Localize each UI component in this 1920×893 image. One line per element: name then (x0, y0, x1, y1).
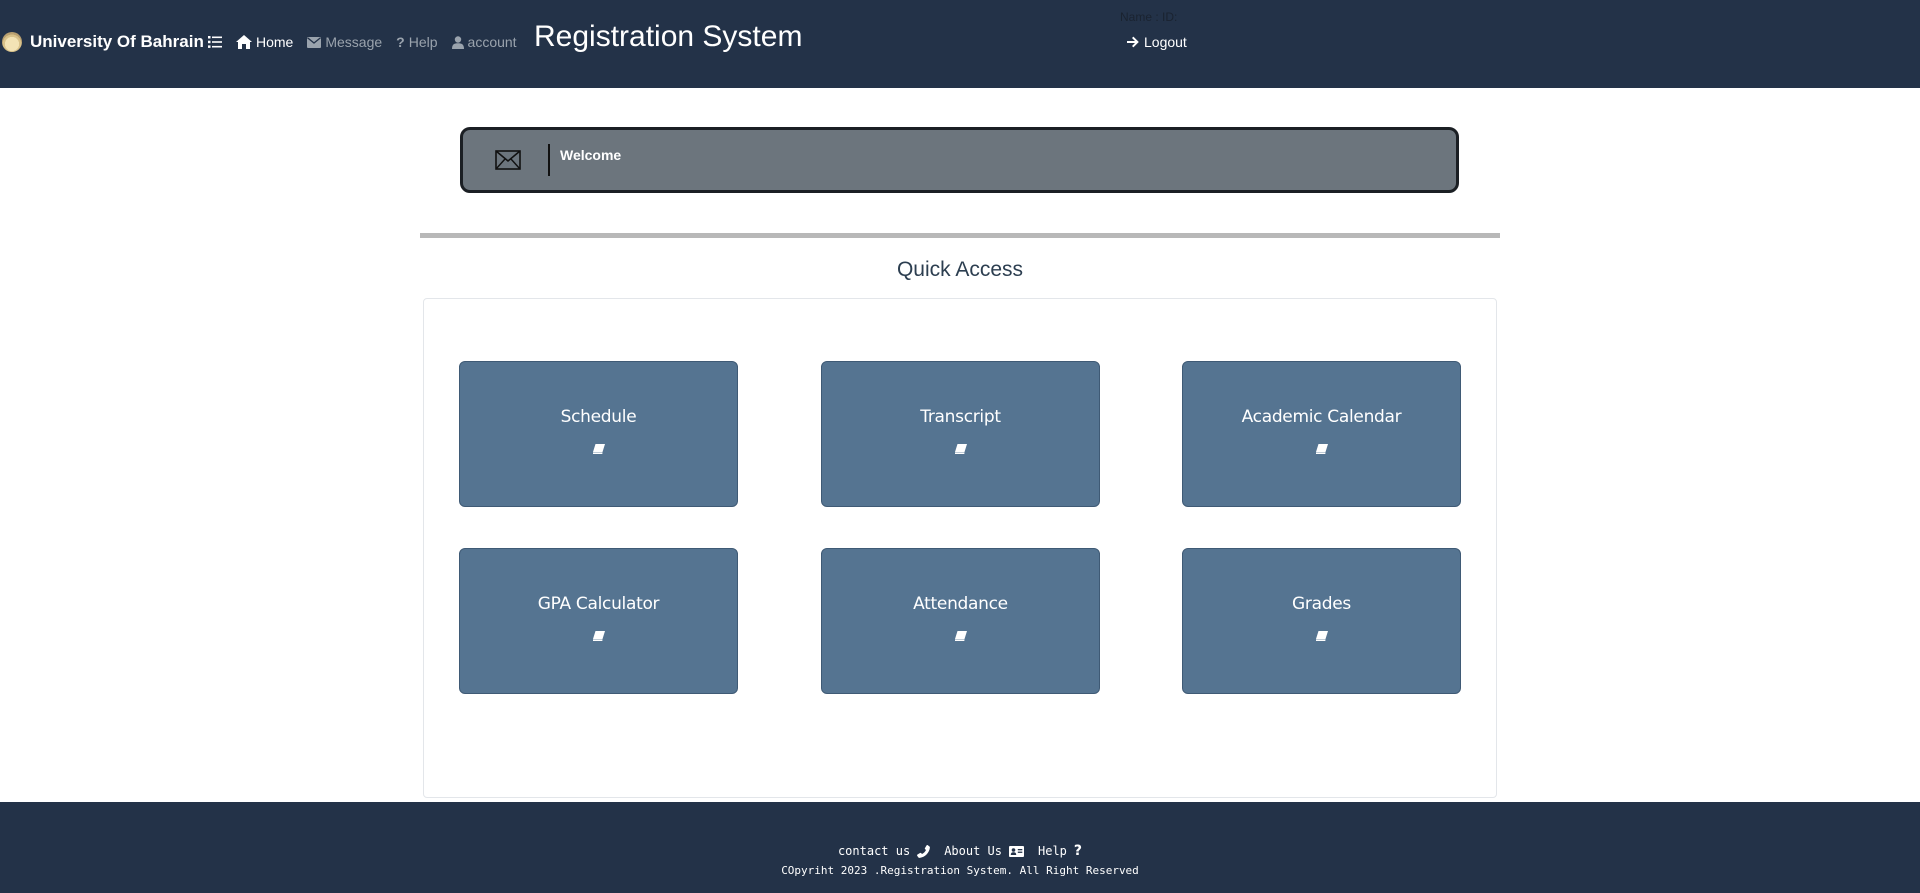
footer-links: contact us About Us Help ? (0, 843, 1920, 859)
welcome-banner: Welcome (460, 127, 1459, 193)
home-icon (236, 35, 252, 49)
book-icon (1316, 631, 1328, 641)
card-transcript[interactable]: Transcript (821, 361, 1100, 507)
footer-contact-label: contact us (837, 844, 911, 858)
logout-button[interactable]: Logout (1127, 34, 1187, 50)
question-icon: ? (396, 34, 405, 50)
card-gpa-calculator[interactable]: GPA Calculator (459, 548, 738, 694)
copyright-text: COpyriht 2023 .Registration System. All … (781, 864, 1139, 877)
book-icon (593, 444, 605, 454)
envelope-icon (307, 36, 322, 48)
card-schedule[interactable]: Schedule (459, 361, 738, 507)
quick-access-title: Quick Access (896, 258, 1024, 281)
nav-account-label: account (467, 34, 517, 50)
phone-icon (917, 844, 931, 858)
quick-access-panel: Schedule Transcript Academic Calendar GP… (423, 298, 1497, 798)
question-icon: ? (1073, 843, 1083, 859)
welcome-message: Welcome (560, 147, 622, 163)
nav-message[interactable]: Message (307, 34, 382, 50)
card-label: Grades (1292, 594, 1351, 614)
nav-home[interactable]: Home (236, 34, 293, 50)
page-title: Registration System (534, 20, 803, 53)
book-icon (1316, 444, 1328, 454)
footer-help-label: Help (1038, 844, 1067, 858)
nav-links: Home Message ? Help account (208, 34, 517, 50)
book-icon (955, 631, 967, 641)
footer-about-us[interactable]: About Us (944, 844, 1024, 858)
card-label: Transcript (920, 407, 1001, 427)
menu-toggle[interactable] (208, 36, 222, 48)
top-navbar: University Of Bahrain Home Message ? Hel… (0, 0, 1920, 88)
book-icon (955, 444, 967, 454)
user-name-id: Name : ID: (1120, 10, 1178, 24)
footer: contact us About Us Help ? COpyriht 2023… (0, 802, 1920, 893)
nav-account[interactable]: account (451, 34, 517, 50)
card-label: Academic Calendar (1241, 407, 1402, 427)
envelope-icon (495, 150, 521, 170)
card-label: Attendance (913, 594, 1008, 614)
nav-help[interactable]: ? Help (396, 34, 437, 50)
footer-contact-us[interactable]: contact us (837, 844, 931, 858)
card-attendance[interactable]: Attendance (821, 548, 1100, 694)
nav-help-label: Help (408, 34, 438, 50)
card-label: Schedule (560, 407, 637, 427)
university-logo-icon (2, 32, 22, 52)
book-icon (593, 631, 605, 641)
logout-label: Logout (1144, 34, 1187, 50)
card-label: GPA Calculator (537, 594, 660, 614)
nav-message-label: Message (325, 34, 383, 50)
nav-home-label: Home (256, 34, 294, 50)
footer-help[interactable]: Help ? (1038, 843, 1082, 859)
footer-about-label: About Us (944, 844, 1002, 858)
list-icon (208, 36, 222, 48)
arrow-right-icon (1127, 36, 1139, 48)
brand[interactable]: University Of Bahrain (2, 30, 204, 54)
brand-name: University Of Bahrain (30, 32, 204, 51)
card-grades[interactable]: Grades (1182, 548, 1461, 694)
card-academic-calendar[interactable]: Academic Calendar (1182, 361, 1461, 507)
id-card-icon (1009, 845, 1024, 857)
banner-divider (548, 144, 550, 176)
section-divider (420, 233, 1500, 238)
user-icon (451, 35, 464, 49)
